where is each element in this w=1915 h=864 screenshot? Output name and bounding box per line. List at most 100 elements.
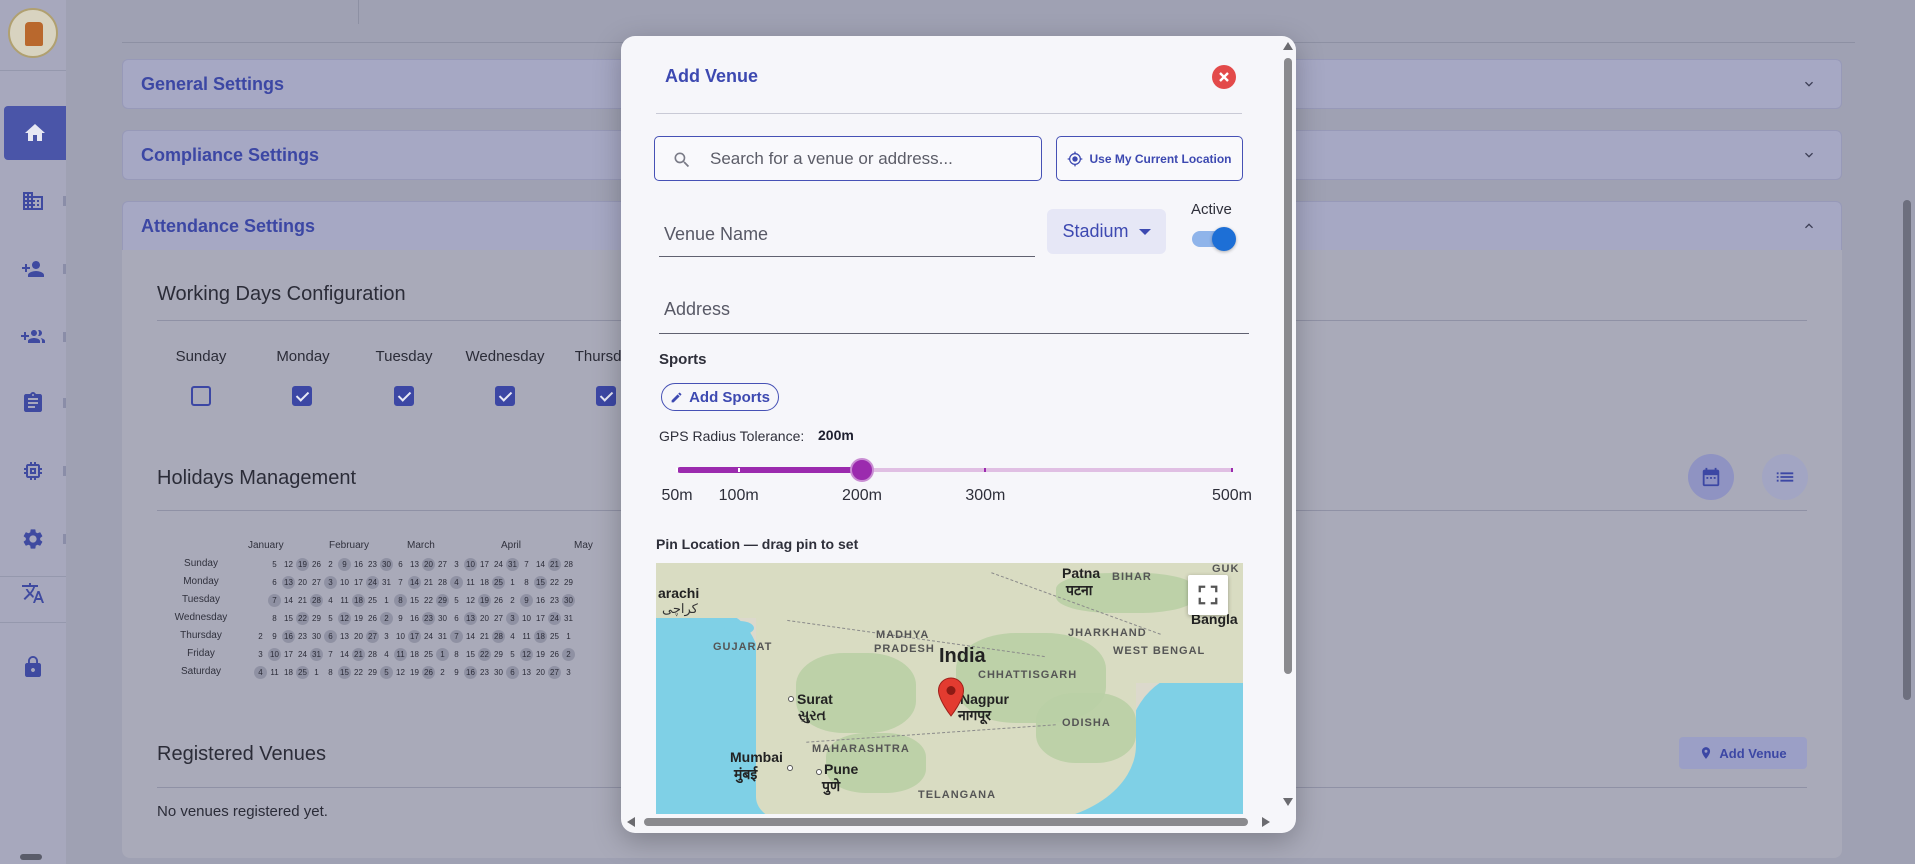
calendar-day-cell[interactable]: 19 xyxy=(408,666,421,679)
calendar-day-cell[interactable]: 11 xyxy=(394,648,407,661)
calendar-day-cell[interactable]: 29 xyxy=(310,612,323,625)
calendar-day-cell[interactable]: 10 xyxy=(520,612,533,625)
calendar-day-cell[interactable]: 7 xyxy=(268,594,281,607)
calendar-day-cell[interactable]: 8 xyxy=(268,612,281,625)
checkbox-tuesday[interactable] xyxy=(394,386,414,406)
calendar-day-cell[interactable]: 26 xyxy=(548,648,561,661)
calendar-day-cell[interactable]: 23 xyxy=(296,630,309,643)
calendar-day-cell[interactable]: 9 xyxy=(450,666,463,679)
calendar-day-cell[interactable]: 22 xyxy=(478,648,491,661)
calendar-day-cell[interactable] xyxy=(254,612,267,625)
calendar-day-cell[interactable]: 20 xyxy=(478,612,491,625)
calendar-day-cell[interactable]: 5 xyxy=(380,666,393,679)
calendar-day-cell[interactable]: 30 xyxy=(310,630,323,643)
sidebar-item-lock[interactable] xyxy=(0,640,66,694)
calendar-day-cell[interactable]: 18 xyxy=(408,648,421,661)
sidebar-item-devices[interactable] xyxy=(0,444,66,498)
calendar-day-cell[interactable]: 17 xyxy=(282,648,295,661)
page-scrollbar[interactable] xyxy=(1903,200,1911,700)
calendar-day-cell[interactable]: 18 xyxy=(478,576,491,589)
calendar-day-cell[interactable]: 15 xyxy=(338,666,351,679)
calendar-day-cell[interactable]: 2 xyxy=(380,612,393,625)
calendar-day-cell[interactable]: 28 xyxy=(436,576,449,589)
checkbox-thursday[interactable] xyxy=(596,386,616,406)
calendar-day-cell[interactable]: 13 xyxy=(338,630,351,643)
dialog-horizontal-scrollbar[interactable] xyxy=(621,814,1281,830)
calendar-day-cell[interactable]: 20 xyxy=(296,576,309,589)
calendar-day-cell[interactable]: 28 xyxy=(562,558,575,571)
calendar-day-cell[interactable]: 18 xyxy=(352,594,365,607)
calendar-day-cell[interactable]: 16 xyxy=(352,558,365,571)
calendar-day-cell[interactable]: 2 xyxy=(562,648,575,661)
fullscreen-button[interactable] xyxy=(1188,575,1228,615)
add-venue-button[interactable]: Add Venue xyxy=(1679,737,1807,769)
calendar-day-cell[interactable]: 15 xyxy=(408,594,421,607)
scroll-down-arrow[interactable] xyxy=(1283,798,1293,806)
calendar-day-cell[interactable]: 1 xyxy=(380,594,393,607)
calendar-day-cell[interactable]: 24 xyxy=(296,648,309,661)
calendar-day-cell[interactable]: 18 xyxy=(282,666,295,679)
calendar-day-cell[interactable]: 8 xyxy=(520,576,533,589)
calendar-day-cell[interactable]: 25 xyxy=(422,648,435,661)
calendar-day-cell[interactable]: 15 xyxy=(534,576,547,589)
calendar-day-cell[interactable]: 28 xyxy=(366,648,379,661)
calendar-day-cell[interactable]: 13 xyxy=(408,558,421,571)
calendar-day-cell[interactable]: 21 xyxy=(422,576,435,589)
calendar-day-cell[interactable]: 25 xyxy=(366,594,379,607)
calendar-day-cell[interactable]: 17 xyxy=(534,612,547,625)
calendar-day-cell[interactable]: 20 xyxy=(422,558,435,571)
location-map[interactable]: arachi کراچی GUJARAT MADHYA PRADESH Indi… xyxy=(656,563,1243,814)
calendar-day-cell[interactable]: 27 xyxy=(492,612,505,625)
calendar-day-cell[interactable]: 16 xyxy=(464,666,477,679)
calendar-day-cell[interactable] xyxy=(254,594,267,607)
calendar-day-cell[interactable]: 25 xyxy=(548,630,561,643)
sidebar-item-home[interactable] xyxy=(4,106,66,160)
calendar-day-cell[interactable]: 7 xyxy=(394,576,407,589)
calendar-day-cell[interactable]: 3 xyxy=(562,666,575,679)
calendar-day-cell[interactable]: 24 xyxy=(548,612,561,625)
calendar-day-cell[interactable]: 31 xyxy=(436,630,449,643)
calendar-day-cell[interactable]: 21 xyxy=(478,630,491,643)
calendar-day-cell[interactable]: 26 xyxy=(310,558,323,571)
sidebar-item-group-add[interactable] xyxy=(0,310,66,364)
calendar-day-cell[interactable]: 6 xyxy=(506,666,519,679)
calendar-day-cell[interactable]: 12 xyxy=(464,594,477,607)
calendar-day-cell[interactable]: 11 xyxy=(464,576,477,589)
sidebar-item-language[interactable] xyxy=(0,566,66,620)
calendar-day-cell[interactable]: 14 xyxy=(338,648,351,661)
sidebar-item-add-user[interactable] xyxy=(0,242,66,296)
calendar-day-cell[interactable]: 22 xyxy=(296,612,309,625)
calendar-day-cell[interactable]: 15 xyxy=(282,612,295,625)
calendar-day-cell[interactable]: 14 xyxy=(464,630,477,643)
calendar-day-cell[interactable]: 16 xyxy=(408,612,421,625)
calendar-day-cell[interactable]: 6 xyxy=(394,558,407,571)
calendar-day-cell[interactable]: 11 xyxy=(338,594,351,607)
calendar-day-cell[interactable]: 10 xyxy=(394,630,407,643)
toggle-knob[interactable] xyxy=(1212,227,1236,251)
calendar-day-cell[interactable]: 16 xyxy=(282,630,295,643)
calendar-day-cell[interactable]: 10 xyxy=(338,576,351,589)
calendar-view-button[interactable] xyxy=(1688,454,1734,500)
calendar-day-cell[interactable]: 12 xyxy=(338,612,351,625)
calendar-day-cell[interactable]: 14 xyxy=(534,558,547,571)
calendar-day-cell[interactable]: 1 xyxy=(506,576,519,589)
calendar-day-cell[interactable]: 21 xyxy=(352,648,365,661)
calendar-day-cell[interactable]: 17 xyxy=(408,630,421,643)
address-input[interactable] xyxy=(659,286,1249,333)
list-view-button[interactable] xyxy=(1762,454,1808,500)
scroll-up-arrow[interactable] xyxy=(1283,42,1293,50)
calendar-day-cell[interactable]: 16 xyxy=(534,594,547,607)
calendar-day-cell[interactable]: 5 xyxy=(324,612,337,625)
calendar-day-cell[interactable]: 2 xyxy=(506,594,519,607)
calendar-day-cell[interactable]: 4 xyxy=(450,576,463,589)
calendar-day-cell[interactable]: 29 xyxy=(436,594,449,607)
calendar-day-cell[interactable]: 19 xyxy=(296,558,309,571)
calendar-day-cell[interactable]: 9 xyxy=(520,594,533,607)
sidebar-item-assignments[interactable] xyxy=(0,376,66,430)
map-pin-marker[interactable] xyxy=(937,677,965,717)
calendar-day-cell[interactable]: 20 xyxy=(534,666,547,679)
calendar-day-cell[interactable]: 22 xyxy=(352,666,365,679)
calendar-day-cell[interactable]: 27 xyxy=(366,630,379,643)
calendar-day-cell[interactable]: 1 xyxy=(562,630,575,643)
address-field[interactable] xyxy=(659,286,1249,334)
